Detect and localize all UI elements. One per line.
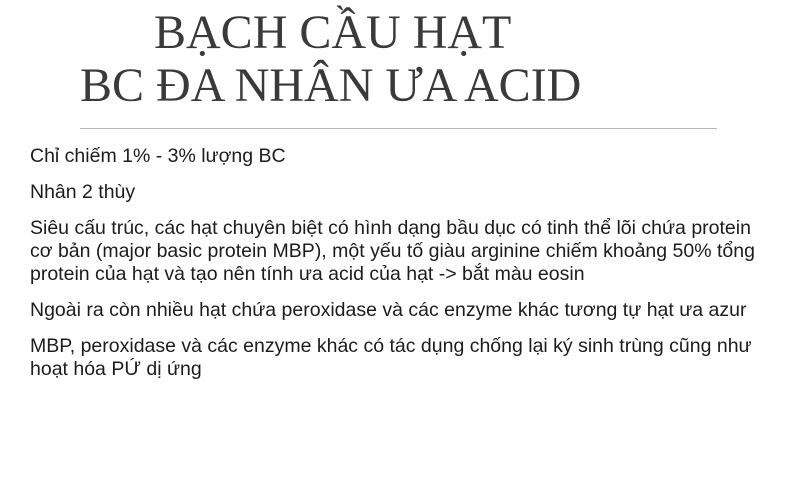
paragraph-peroxidase: Ngoài ra còn nhiều hạt chứa peroxidase v…: [30, 299, 747, 321]
paragraph-function: MBP, peroxidase và các enzyme khác có tá…: [30, 335, 752, 380]
slide-body: Chỉ chiếm 1% - 3% lượng BC Nhân 2 thùy S…: [30, 145, 775, 394]
title-line-2: BC ĐA NHÂN ƯA ACID: [80, 59, 582, 112]
slide-title: BẠCH CẦU HẠT BC ĐA NHÂN ƯA ACID: [0, 6, 788, 112]
title-divider: [80, 128, 717, 129]
title-line-1: BẠCH CẦU HẠT: [154, 6, 512, 59]
paragraph-ultrastructure: Siêu cấu trúc, các hạt chuyên biệt có hì…: [30, 217, 755, 285]
paragraph-percentage: Chỉ chiếm 1% - 3% lượng BC: [30, 145, 286, 167]
slide: BẠCH CẦU HẠT BC ĐA NHÂN ƯA ACID Chỉ chiế…: [0, 0, 788, 478]
paragraph-nucleus: Nhân 2 thùy: [30, 181, 136, 203]
